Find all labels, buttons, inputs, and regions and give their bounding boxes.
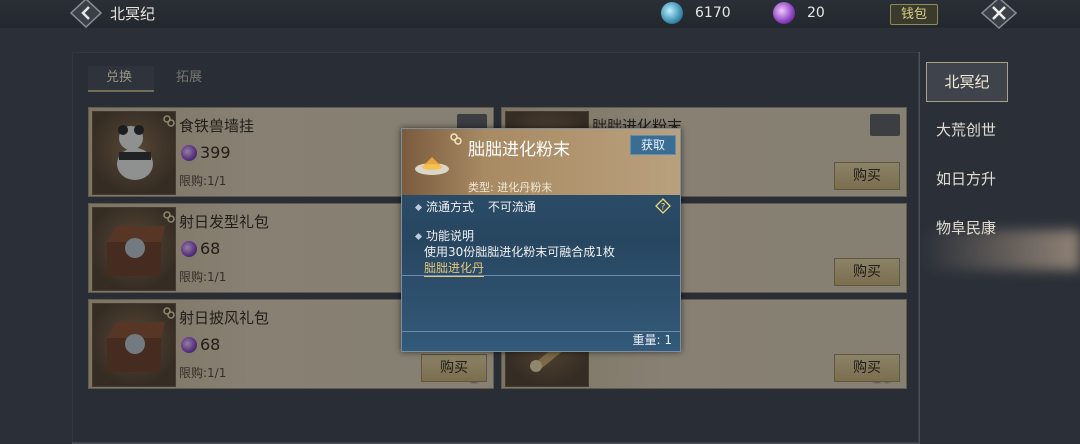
close-icon	[980, 0, 1018, 30]
bullet-diamond-icon	[414, 232, 423, 241]
sidebar-item-beiming[interactable]: 北冥纪	[926, 62, 1008, 102]
currency-spirit: 6170	[661, 2, 755, 24]
help-icon[interactable]: ?	[655, 198, 671, 214]
circulation-value: 不可流通	[487, 200, 536, 214]
function-label: 功能说明	[426, 229, 475, 243]
page-title: 北冥纪	[110, 5, 156, 23]
circulation-row: 流通方式 不可流通	[414, 198, 536, 215]
close-button[interactable]	[980, 0, 1018, 30]
currency-spirit-value: 6170	[695, 5, 731, 21]
back-button[interactable]	[68, 0, 104, 29]
divider	[402, 275, 680, 276]
tooltip-title: 朏朏进化粉末	[468, 140, 570, 160]
currency-gem-value: 20	[807, 5, 825, 21]
tooltip-type: 类型: 进化丹粉末	[468, 181, 553, 194]
item-weight: 重量: 1	[632, 333, 673, 347]
function-label-row: 功能说明	[414, 227, 475, 244]
circulation-label: 流通方式	[426, 200, 475, 214]
svg-text:?: ?	[661, 203, 666, 213]
sidebar-item-dahuang[interactable]: 大荒创世	[926, 111, 1006, 149]
currency-gem: 20	[773, 2, 867, 24]
powder-item-icon	[412, 143, 452, 183]
purple-gem-icon	[773, 2, 795, 24]
obtain-button[interactable]: 获取	[630, 135, 676, 155]
sidebar-item-wufu[interactable]: 物阜民康	[926, 209, 1006, 247]
back-arrow-icon	[69, 0, 103, 29]
item-tooltip: 朏朏进化粉末 获取 类型: 进化丹粉末 流通方式 不可流通 ? 功能说明 使用3…	[401, 128, 681, 352]
wallet-button[interactable]: 钱包	[890, 4, 938, 25]
link-icon	[450, 133, 462, 145]
top-bar: 北冥纪 6170 20 钱包	[0, 0, 1080, 30]
bullet-diamond-icon	[414, 203, 423, 212]
spirit-orb-icon	[661, 2, 683, 24]
sidebar-item-ruri[interactable]: 如日方升	[926, 160, 1006, 198]
function-text: 使用30份朏朏进化粉末可融合成1枚	[424, 245, 615, 259]
